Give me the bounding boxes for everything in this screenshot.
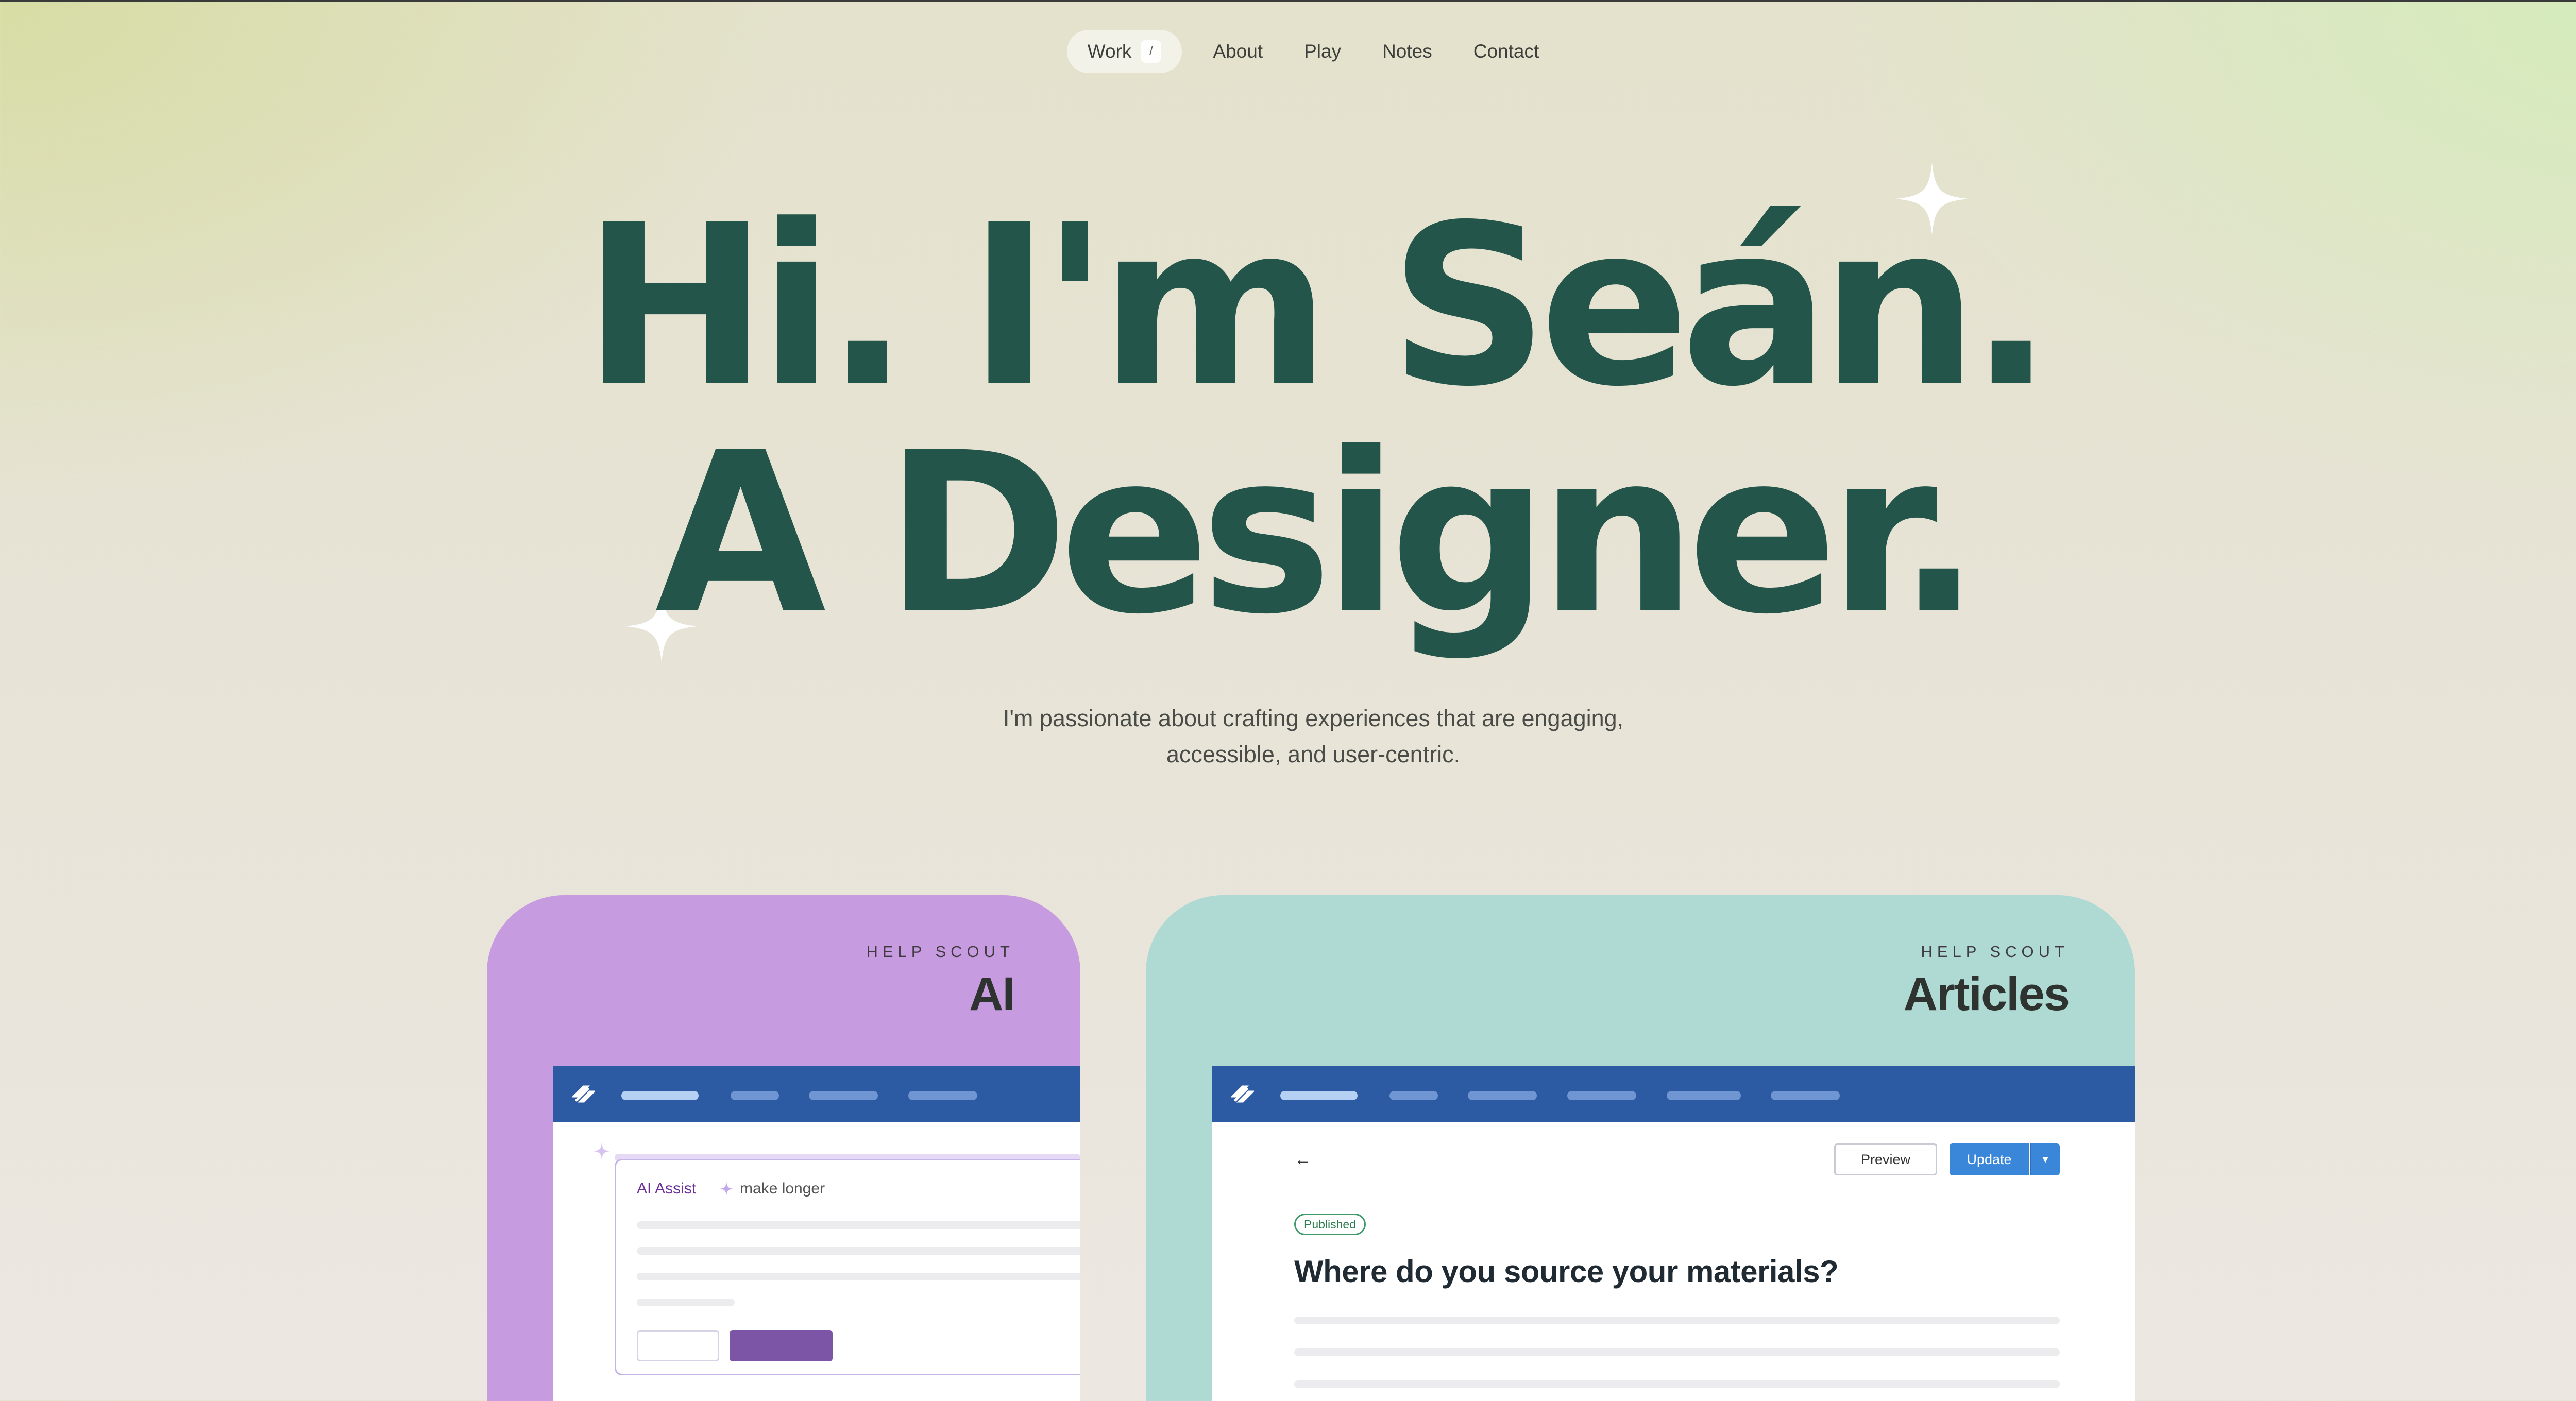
article-title: Where do you source your materials? bbox=[1294, 1254, 1839, 1289]
nav-placeholder bbox=[908, 1091, 977, 1100]
chevron-down-icon[interactable]: ▾ bbox=[2030, 1143, 2060, 1175]
project-card-articles[interactable]: HELP SCOUT Articles ← Preview Update ▾ P… bbox=[1146, 895, 2135, 1401]
hero-subtitle-line2: accessible, and user-centric. bbox=[1166, 741, 1461, 767]
hero-headline-line1: Hi. I'm Seán. bbox=[582, 178, 2054, 435]
update-button[interactable]: Update bbox=[1950, 1143, 2029, 1175]
nav-placeholder bbox=[1389, 1091, 1438, 1100]
text-placeholder bbox=[1294, 1348, 2060, 1356]
back-arrow-icon[interactable]: ← bbox=[1294, 1150, 1312, 1170]
nav-placeholder bbox=[1667, 1091, 1741, 1100]
app-nav-bar bbox=[553, 1066, 1080, 1122]
hero-subtitle-line1: I'm passionate about crafting experience… bbox=[1003, 705, 1624, 731]
nav-placeholder bbox=[1468, 1091, 1537, 1100]
nav-placeholder bbox=[1280, 1091, 1358, 1100]
hero-subtitle: I'm passionate about crafting experience… bbox=[0, 700, 2576, 773]
project-card-ai[interactable]: HELP SCOUT AI AI Assist make longer bbox=[487, 895, 1080, 1401]
text-placeholder bbox=[637, 1299, 735, 1306]
text-placeholder bbox=[637, 1221, 1080, 1229]
card-kicker: HELP SCOUT bbox=[1921, 943, 2069, 961]
nav-item-notes[interactable]: Notes bbox=[1362, 30, 1453, 73]
nav-placeholder bbox=[1567, 1091, 1636, 1100]
ai-assist-panel[interactable]: AI Assist make longer bbox=[615, 1159, 1080, 1375]
ai-primary-button[interactable] bbox=[730, 1330, 833, 1361]
text-placeholder bbox=[1294, 1317, 2060, 1324]
sparkle-icon bbox=[593, 1142, 611, 1160]
nav-placeholder bbox=[621, 1091, 699, 1100]
nav-item-about[interactable]: About bbox=[1192, 30, 1283, 73]
hero-headline-line2: A Designer. bbox=[654, 405, 1981, 663]
preview-button[interactable]: Preview bbox=[1834, 1143, 1937, 1175]
text-placeholder bbox=[1294, 1380, 2060, 1388]
card-kicker: HELP SCOUT bbox=[866, 943, 1014, 961]
app-preview: ← Preview Update ▾ Published Where do yo… bbox=[1212, 1066, 2135, 1401]
ai-assist-hint: make longer bbox=[719, 1180, 825, 1198]
nav-placeholder bbox=[809, 1091, 878, 1100]
sparkle-icon bbox=[719, 1182, 734, 1196]
shortcut-key: / bbox=[1141, 40, 1162, 63]
text-placeholder bbox=[637, 1247, 1080, 1255]
status-badge: Published bbox=[1294, 1214, 1366, 1235]
ai-assist-label: AI Assist bbox=[637, 1180, 697, 1197]
card-title: Articles bbox=[1903, 968, 2070, 1020]
top-border bbox=[0, 0, 2576, 2]
app-preview: AI Assist make longer bbox=[553, 1066, 1080, 1401]
help-scout-logo-icon bbox=[572, 1085, 595, 1103]
card-title: AI bbox=[969, 968, 1015, 1020]
nav-item-contact[interactable]: Contact bbox=[1453, 30, 1560, 73]
ai-secondary-button[interactable] bbox=[637, 1330, 719, 1361]
help-scout-logo-icon bbox=[1231, 1085, 1254, 1103]
text-placeholder bbox=[637, 1273, 1080, 1280]
ai-assist-hint-text: make longer bbox=[740, 1180, 825, 1197]
app-nav-bar bbox=[1212, 1066, 2135, 1122]
nav-item-work[interactable]: Work / bbox=[1066, 30, 1182, 73]
main-nav: Work / About Play Notes Contact bbox=[0, 30, 2576, 73]
nav-item-play[interactable]: Play bbox=[1283, 30, 1362, 73]
nav-item-label: Work bbox=[1087, 41, 1132, 62]
nav-placeholder bbox=[1771, 1091, 1840, 1100]
nav-placeholder bbox=[731, 1091, 779, 1100]
